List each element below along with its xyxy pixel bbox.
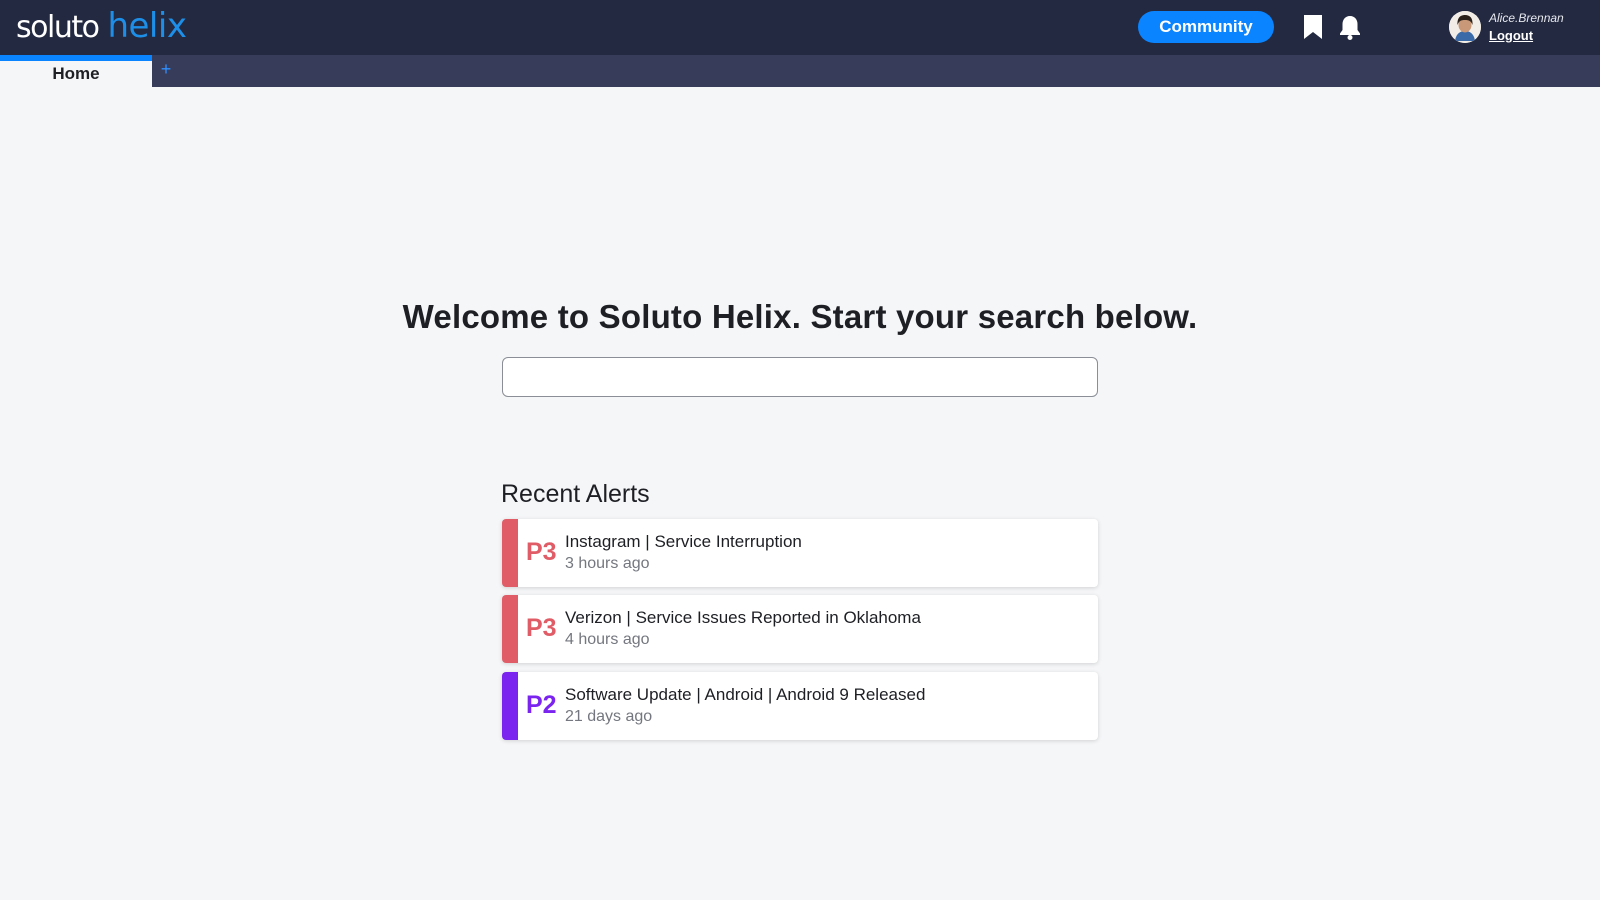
logout-link[interactable]: Logout [1489, 28, 1564, 43]
bell-icon[interactable] [1337, 13, 1363, 41]
add-tab-button[interactable]: + [158, 59, 174, 79]
alert-title: Software Update | Android | Android 9 Re… [565, 685, 926, 704]
alert-card[interactable]: P2 Software Update | Android | Android 9… [502, 672, 1098, 740]
alert-priority: P3 [526, 614, 557, 642]
top-bar: soluto helix Community Alice.Brennan Log… [0, 0, 1600, 55]
soluto-helix-logo[interactable]: soluto helix [16, 6, 187, 46]
avatar[interactable] [1449, 11, 1481, 43]
bookmark-icon[interactable] [1300, 13, 1326, 41]
alert-priority-bar [502, 595, 518, 663]
alert-priority: P3 [526, 538, 557, 566]
alert-priority-bar [502, 672, 518, 740]
search-input[interactable] [502, 357, 1098, 397]
tab-bar: Home + [0, 55, 1600, 87]
alert-time: 21 days ago [565, 708, 653, 725]
alert-time: 3 hours ago [565, 555, 650, 572]
alert-time: 4 hours ago [565, 631, 650, 648]
alert-title: Verizon | Service Issues Reported in Okl… [565, 608, 921, 627]
tab-home[interactable]: Home [0, 55, 152, 87]
community-button[interactable]: Community [1138, 11, 1274, 43]
user-info: Alice.Brennan Logout [1489, 11, 1564, 43]
alert-priority-bar [502, 519, 518, 587]
recent-alerts-heading: Recent Alerts [501, 480, 650, 508]
alert-card[interactable]: P3 Verizon | Service Issues Reported in … [502, 595, 1098, 663]
logo-primary-text: soluto [16, 10, 100, 45]
alert-priority: P2 [526, 691, 557, 719]
alert-title: Instagram | Service Interruption [565, 532, 802, 551]
alert-card[interactable]: P3 Instagram | Service Interruption 3 ho… [502, 519, 1098, 587]
welcome-heading: Welcome to Soluto Helix. Start your sear… [402, 298, 1198, 335]
logo-secondary-text: helix [107, 6, 187, 46]
user-name: Alice.Brennan [1489, 11, 1564, 25]
